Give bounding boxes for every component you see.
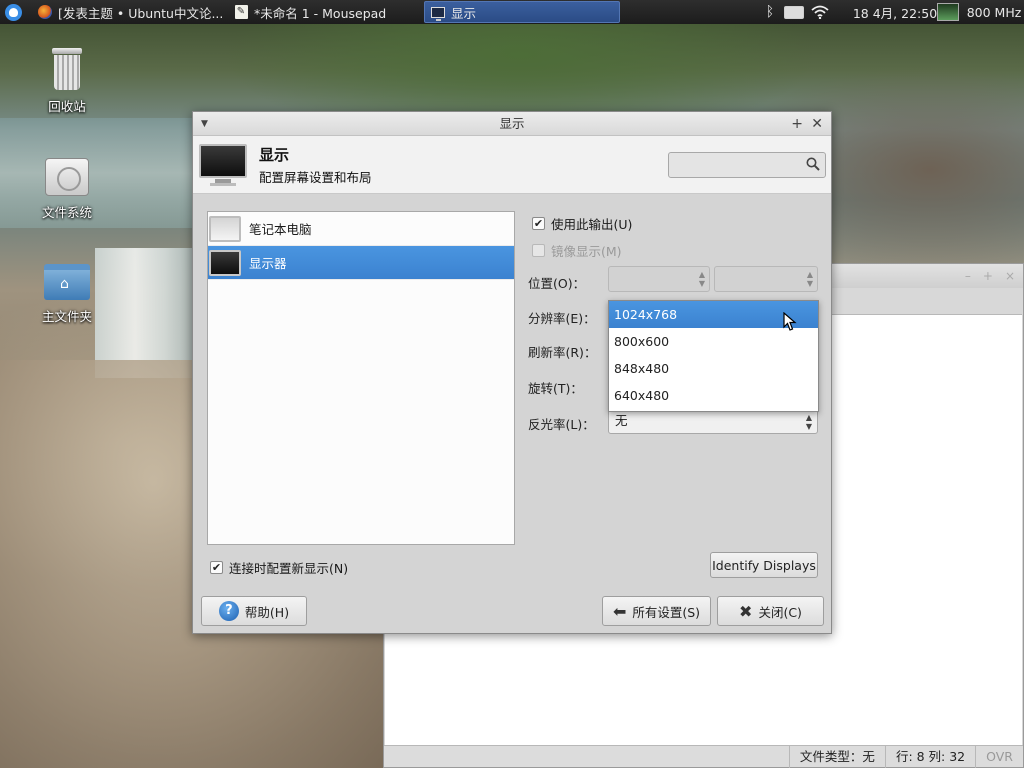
identify-displays-label: Identify Displays: [712, 557, 816, 573]
desktop-icon-label: 回收站: [48, 99, 86, 114]
taskbar-item-label: [发表主题 • Ubuntu中文论...: [58, 5, 224, 21]
laptop-display-icon: [209, 215, 241, 242]
taskbar-item-firefox[interactable]: [发表主题 • Ubuntu中文论...: [32, 1, 228, 23]
taskbar-item-label: 显示: [451, 5, 477, 21]
configure-new-displays-checkbox[interactable]: ✔ 连接时配置新显示(N): [210, 558, 348, 577]
top-panel: [发表主题 • Ubuntu中文论... ✎ *未命名 1 - Mousepad…: [0, 0, 1024, 24]
display-dialog: ▼ 显示 + ✕ 显示 配置屏幕设置和布局 笔记本电脑 显示器 ✔ 使用此输出(…: [192, 111, 832, 634]
spin-arrows-icon: ▲ ▼: [698, 270, 705, 288]
checkmark-icon: ✔: [532, 217, 545, 230]
maximize-icon[interactable]: +: [791, 112, 803, 136]
desktop-icon-trash[interactable]: 回收站: [22, 48, 112, 115]
applications-menu-button[interactable]: [0, 0, 26, 24]
output-label: 显示器: [249, 256, 287, 271]
all-settings-label: 所有设置(S): [632, 604, 701, 620]
all-settings-button[interactable]: ⬅ 所有设置(S): [602, 596, 711, 626]
use-output-label: 使用此输出(U): [551, 217, 633, 232]
minimize-icon[interactable]: –: [965, 269, 971, 283]
mirror-label: 镜像显示(M): [551, 244, 622, 259]
wifi-icon[interactable]: [807, 0, 833, 24]
dialog-title: 显示: [499, 116, 525, 131]
clock[interactable]: 18 4月, 22:50: [853, 0, 937, 24]
position-y-spin: ▲ ▼: [714, 266, 818, 292]
xfce-mouse-icon: [4, 3, 22, 21]
position-x-spin: ▲ ▼: [608, 266, 710, 292]
desktop-icon-home[interactable]: ⌂ 主文件夹: [22, 264, 112, 325]
checkmark-icon: ✔: [210, 561, 223, 574]
position-label: 位置(O)：: [528, 276, 586, 291]
mirror-checkbox: 镜像显示(M): [532, 241, 622, 260]
notepad-icon: ✎: [234, 5, 248, 19]
desktop-icon-filesystem[interactable]: 文件系统: [22, 158, 112, 221]
cpu-frequency[interactable]: 800 MHz: [964, 0, 1024, 24]
output-item-laptop[interactable]: 笔记本电脑: [208, 212, 514, 246]
desktop-icon-label: 文件系统: [41, 205, 92, 220]
monitor-display-icon: [209, 249, 241, 276]
drive-icon: [45, 158, 89, 196]
trash-icon: [51, 48, 83, 90]
desktop-icon-label: 主文件夹: [41, 309, 92, 324]
resolution-option[interactable]: 640x480: [609, 382, 818, 409]
header-title: 显示: [259, 146, 290, 164]
resolution-label: 分辨率(E)：: [528, 311, 596, 326]
close-icon[interactable]: ✕: [811, 112, 823, 136]
search-icon: [806, 157, 820, 175]
mouse-pointer-icon: [783, 312, 797, 331]
home-folder-icon: ⌂: [44, 264, 90, 300]
close-label: 关闭(C): [758, 604, 802, 620]
rotation-label: 旋转(T)：: [528, 381, 583, 396]
display-icon: [431, 6, 445, 21]
maximize-icon[interactable]: +: [983, 269, 993, 283]
settings-search-input[interactable]: [668, 151, 826, 178]
cursor-position-status: 行: 8 列: 32: [884, 745, 975, 768]
dialog-titlebar[interactable]: ▼ 显示 + ✕: [193, 112, 831, 136]
help-icon: ?: [218, 601, 239, 621]
back-arrow-icon: ⬅: [612, 601, 627, 621]
dialog-header: 显示 配置屏幕设置和布局: [193, 136, 831, 194]
reflection-label: 反光率(L)：: [528, 417, 595, 432]
help-button[interactable]: ? 帮助(H): [201, 596, 307, 626]
taskbar-item-mousepad[interactable]: ✎ *未命名 1 - Mousepad: [228, 1, 424, 23]
output-label: 笔记本电脑: [249, 222, 312, 237]
window-menu-icon[interactable]: ▼: [201, 112, 208, 136]
header-subtitle: 配置屏幕设置和布局: [259, 170, 372, 185]
status-bar: 文件类型：无 行: 8 列: 32 OVR: [384, 745, 1023, 768]
keyboard-icon[interactable]: [781, 0, 807, 24]
bluetooth-icon[interactable]: ᛒ: [759, 0, 781, 24]
resolution-option[interactable]: 848x480: [609, 355, 818, 382]
taskbar-item-display[interactable]: 显示: [424, 1, 620, 23]
close-icon[interactable]: ×: [1005, 269, 1015, 283]
close-x-icon: ✖: [739, 601, 753, 621]
close-button[interactable]: ✖ 关闭(C): [717, 596, 824, 626]
help-label: 帮助(H): [244, 604, 290, 620]
spin-arrows-icon: ▲ ▼: [806, 270, 813, 288]
overwrite-mode-status: OVR: [975, 745, 1023, 768]
refresh-rate-label: 刷新率(R)：: [528, 345, 597, 360]
combo-arrows-icon: ▲ ▼: [805, 413, 812, 431]
firefox-icon: [38, 5, 52, 19]
output-list: 笔记本电脑 显示器: [207, 211, 515, 545]
monitor-icon: [199, 144, 247, 188]
identify-displays-button[interactable]: Identify Displays: [710, 552, 818, 578]
taskbar-item-label: *未命名 1 - Mousepad: [254, 5, 387, 21]
system-tray: ᛒ 18 4月, 22:50 800 MHz: [759, 0, 1024, 24]
cpu-graph-icon: [937, 3, 959, 21]
configure-new-displays-label: 连接时配置新显示(N): [229, 561, 349, 576]
output-item-monitor[interactable]: 显示器: [208, 246, 514, 280]
resolution-option[interactable]: 800x600: [609, 328, 818, 355]
filetype-status[interactable]: 文件类型：无: [788, 745, 885, 768]
reflection-value: 无: [615, 413, 628, 428]
use-output-checkbox[interactable]: ✔ 使用此输出(U): [532, 214, 632, 233]
